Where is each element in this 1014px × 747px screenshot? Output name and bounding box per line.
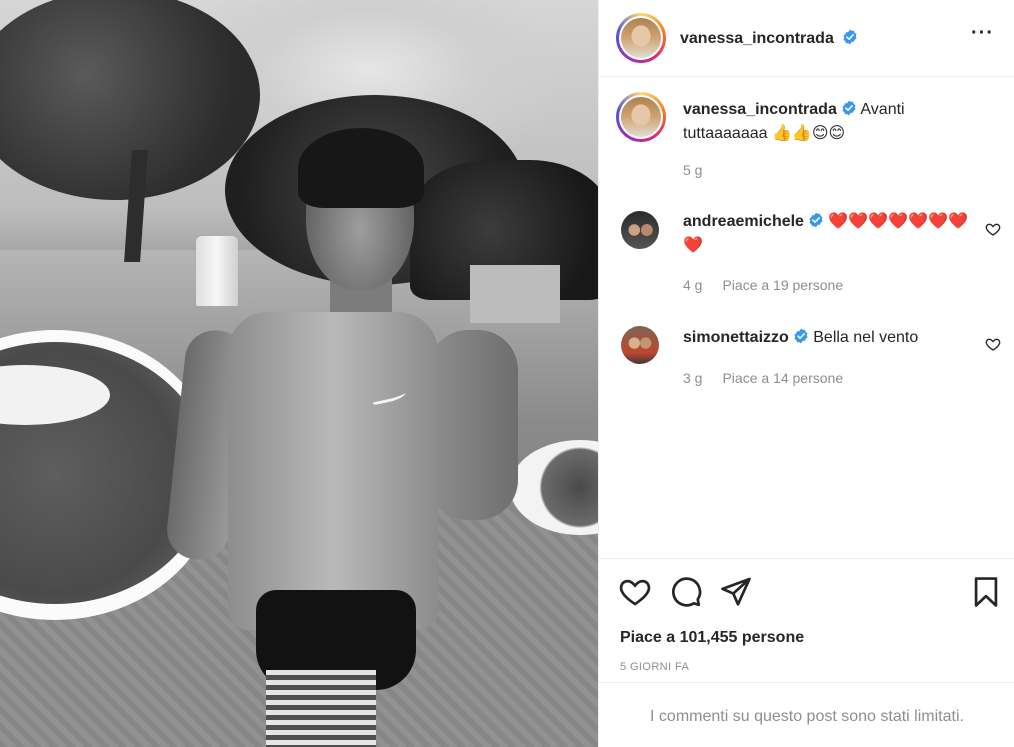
runner-leggings — [266, 670, 376, 747]
post-caption: vanessa_incontrada Avanti tuttaaaaaaa 👍👍… — [683, 98, 973, 146]
comment-time[interactable]: 4 g — [683, 277, 702, 293]
post-side-panel: vanessa_incontrada ··· vanessa_incontrad… — [598, 0, 1014, 747]
heart-icon[interactable] — [618, 575, 652, 609]
comment-time[interactable]: 3 g — [683, 370, 702, 386]
verified-icon — [794, 328, 808, 344]
like-small-icon[interactable] — [985, 336, 1001, 352]
runner-arm-right — [428, 330, 518, 520]
comment-likes[interactable]: Piace a 14 persone — [722, 370, 843, 386]
more-options-icon[interactable]: ··· — [971, 23, 993, 48]
comment-username[interactable]: simonettaizzo — [683, 329, 789, 346]
comments-limited-notice: I commenti su questo post sono stati lim… — [599, 682, 1014, 747]
author-avatar-image — [619, 16, 663, 60]
post-header: vanessa_incontrada ··· — [599, 0, 1014, 77]
caption-username[interactable]: vanessa_incontrada — [683, 101, 837, 118]
comment-likes[interactable]: Piace a 19 persone — [722, 277, 843, 293]
bookmark-icon[interactable] — [969, 575, 1003, 609]
caption-avatar-image — [619, 95, 663, 139]
runner-torso — [228, 312, 438, 630]
comment: andreaemichele ❤️❤️❤️❤️❤️❤️❤️❤️ — [683, 210, 973, 258]
author-username[interactable]: vanessa_incontrada — [680, 30, 834, 47]
caption-author-avatar[interactable] — [616, 92, 666, 142]
comment-avatar[interactable] — [621, 326, 659, 364]
comment-username[interactable]: andreaemichele — [683, 213, 804, 230]
post-photo[interactable] — [0, 0, 598, 747]
photo-bin — [196, 236, 238, 306]
post-date[interactable]: 5 GIORNI FA — [620, 661, 689, 673]
like-small-icon[interactable] — [985, 221, 1001, 237]
photo-wall — [470, 265, 560, 323]
author-avatar[interactable] — [616, 13, 666, 63]
author-block: vanessa_incontrada — [680, 29, 858, 48]
caption-time[interactable]: 5 g — [683, 162, 702, 178]
likes-count[interactable]: Piace a 101,455 persone — [620, 629, 804, 647]
verified-icon — [842, 100, 856, 116]
comment-icon[interactable] — [669, 575, 703, 609]
comment-meta: 3 g Piace a 14 persone — [683, 370, 843, 386]
runner-hair — [298, 128, 424, 208]
post-actions: Piace a 101,455 persone 5 GIORNI FA — [599, 558, 1014, 682]
comment-text: Bella nel vento — [813, 329, 919, 346]
comment: simonettaizzo Bella nel vento — [683, 326, 973, 350]
share-icon[interactable] — [719, 575, 753, 609]
verified-icon — [843, 29, 857, 45]
verified-icon — [809, 212, 823, 228]
comment-avatar[interactable] — [621, 211, 659, 249]
comment-meta: 4 g Piace a 19 persone — [683, 277, 843, 293]
